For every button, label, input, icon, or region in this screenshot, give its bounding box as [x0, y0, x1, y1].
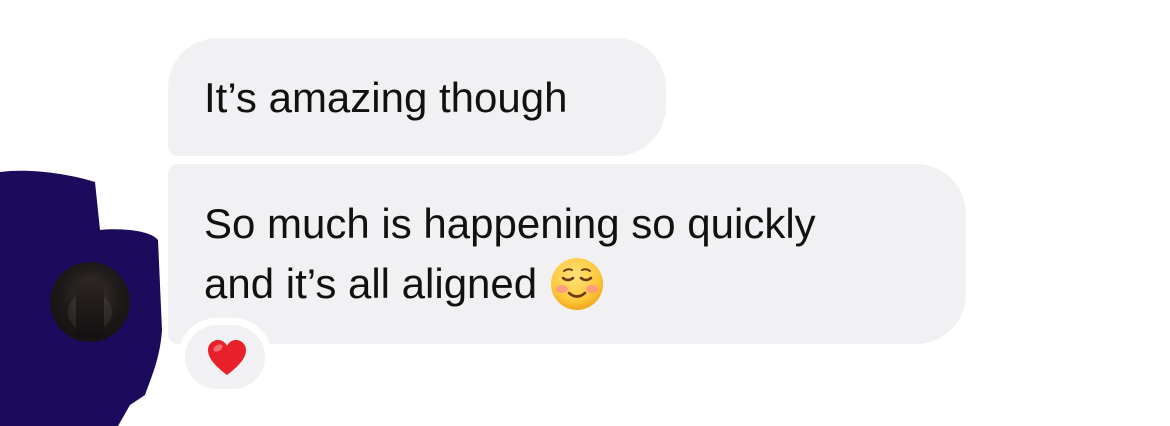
message-text-line-1: So much is happening so quickly	[204, 200, 816, 247]
reaction-badge[interactable]	[178, 318, 272, 396]
message-bubble-1[interactable]: It’s amazing though	[168, 38, 666, 156]
message-text-line-2: and it’s all aligned	[204, 254, 930, 315]
smiling-face-icon	[551, 257, 604, 310]
redaction-overlay	[0, 170, 162, 426]
message-text: It’s amazing though	[204, 74, 568, 121]
red-heart-icon	[208, 340, 246, 375]
message-bubble-2[interactable]: So much is happening so quickly and it’s…	[168, 164, 966, 344]
contact-avatar[interactable]	[50, 262, 130, 342]
